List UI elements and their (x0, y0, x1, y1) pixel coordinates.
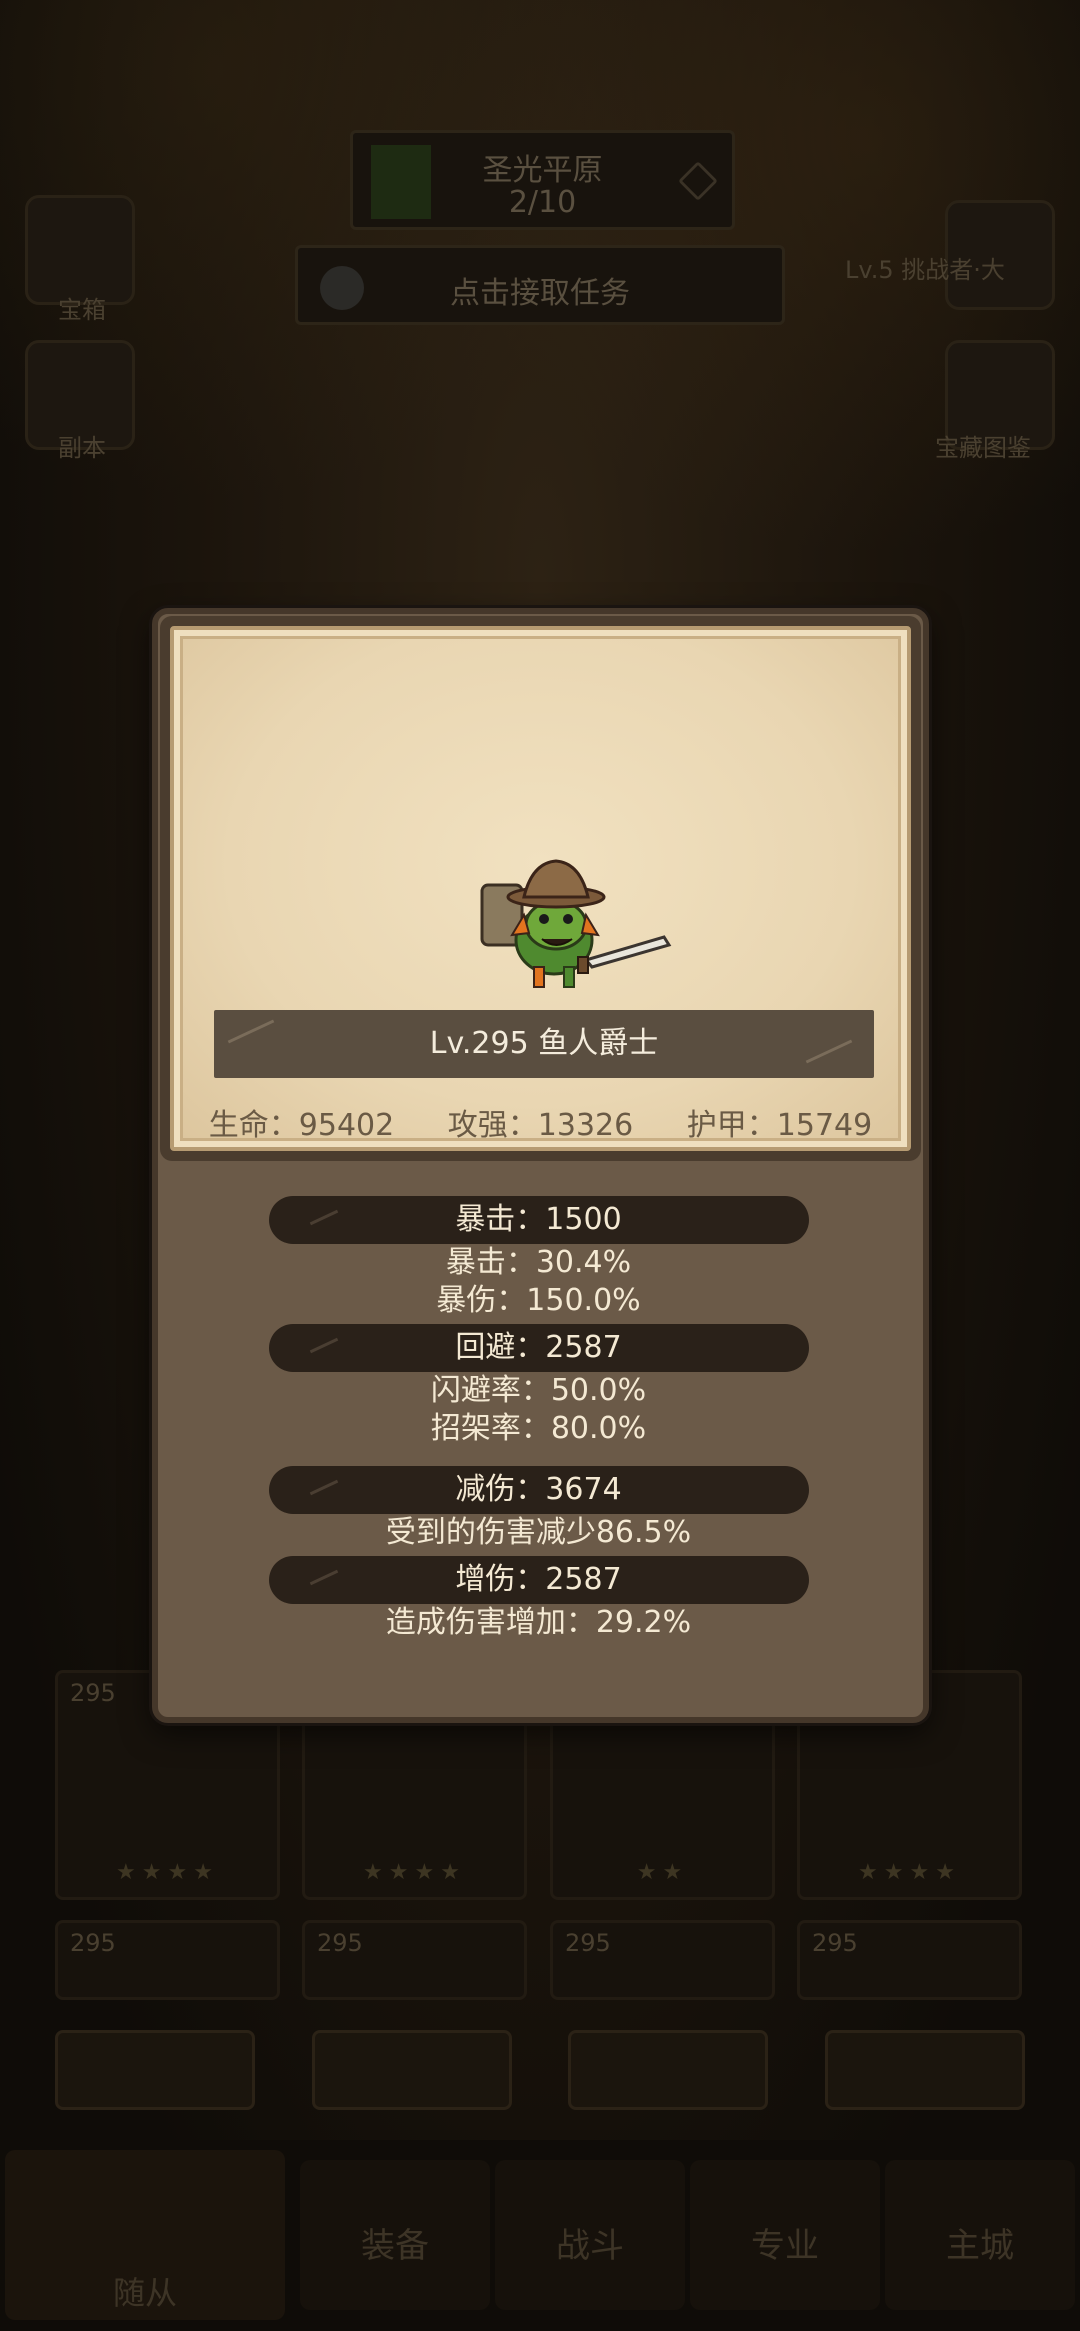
modal-header-frame: Lv.295 鱼人爵士 生命：95402 攻强：13326 护甲：15749 (160, 616, 921, 1161)
hp-stat: 生命：95402 (208, 1108, 395, 1143)
follower-detail-modal[interactable]: Lv.295 鱼人爵士 生命：95402 攻强：13326 护甲：15749 暴… (152, 608, 929, 1723)
damage-increase-header: 增伤：2587 (268, 1556, 809, 1604)
parry-rate: 招架率：80.0% (430, 1411, 647, 1446)
bottom-action-button (55, 2030, 255, 2110)
stage-name: 圣光平原 (482, 153, 603, 188)
tab-profession: 专业 (690, 2160, 880, 2310)
tab-equipment: 装备 (300, 2160, 490, 2310)
follower-card: 295 (55, 1920, 280, 2000)
forest-scenery (0, 0, 1080, 700)
crit-rate: 暴击：30.4% (445, 1245, 632, 1280)
damage-reduction-desc: 受到的伤害减少86.5% (385, 1515, 692, 1550)
bottom-action-button (312, 2030, 512, 2110)
quest-panel: 点击接取任务 (295, 245, 785, 325)
follower-card: 295 (797, 1920, 1022, 2000)
tab-main-city: 主城 (885, 2160, 1075, 2310)
star-icon: ★★★★ (116, 1860, 219, 1885)
hero-base-stats: 生命：95402 攻强：13326 护甲：15749 (174, 1100, 907, 1144)
damage-reduction-header: 减伤：3674 (268, 1466, 809, 1514)
bottom-action-button (825, 2030, 1025, 2110)
stage-progress: 2/10 (508, 185, 577, 220)
attack-stat: 攻强：13326 (447, 1108, 634, 1143)
tab-battle: 战斗 (495, 2160, 685, 2310)
quest-label: 点击接取任务 (450, 276, 630, 311)
star-icon: ★★★★ (363, 1860, 466, 1885)
evasion-stat-group: 回避：2587 闪避率：50.0% 招架率：80.0% (158, 1324, 919, 1448)
crit-damage: 暴伤：150.0% (436, 1283, 641, 1318)
crit-stat-group: 暴击：1500 暴击：30.4% 暴伤：150.0% (158, 1196, 919, 1320)
evasion-header: 回避：2587 (268, 1324, 809, 1372)
side-label-left-1: 宝箱 (58, 296, 106, 324)
treasure-chest-icon (25, 195, 135, 305)
hero-level-name: Lv.295 鱼人爵士 (429, 1026, 659, 1061)
damage-increase-group: 增伤：2587 造成伤害增加：29.2% (158, 1556, 919, 1642)
dodge-rate: 闪避率：50.0% (430, 1373, 647, 1408)
tab-followers: 随从 (5, 2150, 285, 2320)
star-icon: ★★★★ (858, 1860, 961, 1885)
bottom-action-button (568, 2030, 768, 2110)
murloc-knight-portrait (480, 859, 672, 988)
follower-card: 295 (550, 1920, 775, 2000)
armor-stat: 护甲：15749 (686, 1108, 873, 1143)
side-label-right-2: 宝藏图鉴 (935, 434, 1031, 462)
star-icon: ★★ (636, 1860, 689, 1885)
damage-increase-desc: 造成伤害增加：29.2% (385, 1605, 692, 1640)
hero-name-bar: Lv.295 鱼人爵士 (214, 1010, 874, 1078)
damage-reduction-group: 减伤：3674 受到的伤害减少86.5% (158, 1466, 919, 1552)
side-label-left-2: 副本 (58, 434, 106, 462)
side-label-right-1: Lv.5 挑战者·大 (845, 256, 1005, 284)
crit-header: 暴击：1500 (268, 1196, 809, 1244)
follower-card: 295 (302, 1920, 527, 2000)
parchment-panel: Lv.295 鱼人爵士 生命：95402 攻强：13326 护甲：15749 (170, 626, 911, 1151)
stage-panel: 圣光平原 2/10 (350, 130, 735, 230)
